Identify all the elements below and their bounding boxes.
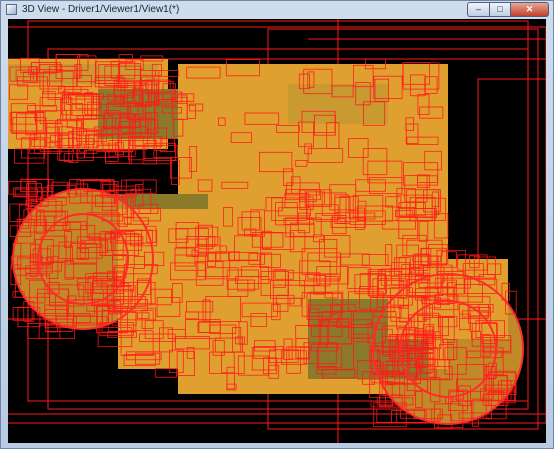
window-controls: – □ ✕ [467,2,549,17]
close-button[interactable]: ✕ [511,2,549,17]
window-title: 3D View - Driver1/Viewer1/View1(*) [22,4,180,15]
voxel-fill [8,59,523,424]
voxel-cell [12,307,33,321]
voxel-cell [27,323,61,339]
title-bar[interactable]: 3D View - Driver1/Viewer1/View1(*) – □ ✕ [1,1,553,19]
voxel-cell [14,148,45,164]
voxel-cell [142,157,172,165]
window-app-icon[interactable] [6,4,17,15]
minimize-button[interactable]: – [467,2,489,17]
voxel-cell [376,408,398,423]
maximize-button[interactable]: □ [489,2,511,17]
3d-viewport[interactable] [8,19,546,443]
motorcycle-voxel-render [8,19,546,443]
application-window: 3D View - Driver1/Viewer1/View1(*) – □ ✕ [0,0,554,449]
